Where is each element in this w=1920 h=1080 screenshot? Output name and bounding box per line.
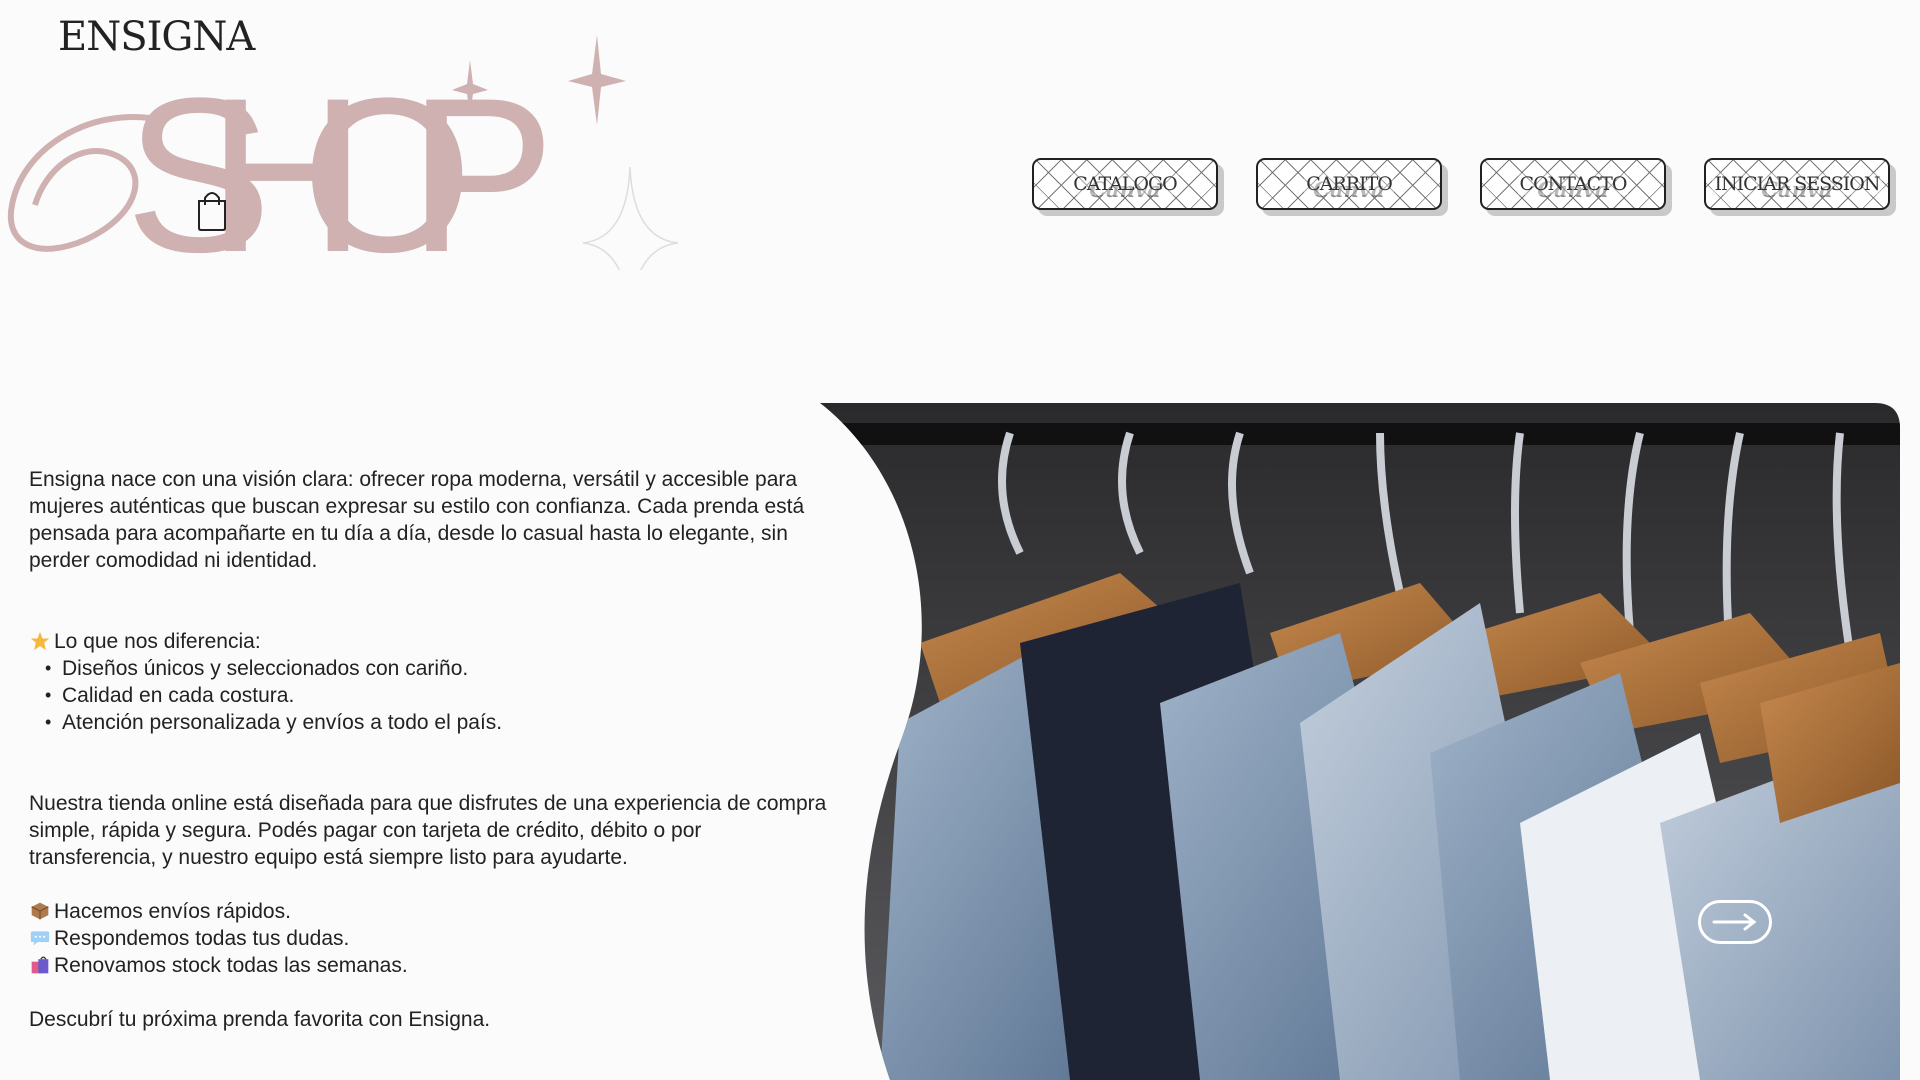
carousel-next-button[interactable]	[1698, 900, 1772, 944]
feature-text: Hacemos envíos rápidos.	[54, 900, 291, 923]
nav-label: CARRITO	[1304, 173, 1394, 195]
store-paragraph: Nuestra tienda online está diseñada para…	[29, 792, 827, 869]
about-text: Ensigna nace con una visión clara: ofrec…	[29, 466, 829, 1033]
nav-carrito-button[interactable]: CARRITO Canva	[1256, 158, 1442, 210]
package-icon	[31, 902, 49, 920]
list-item: Atención personalizada y envíos a todo e…	[29, 709, 829, 736]
nav-label: INICIAR SESSION	[1712, 173, 1882, 195]
speech-bubble-icon	[30, 931, 50, 946]
nav-label: CATALOGO	[1071, 173, 1179, 195]
nav-label: CONTACTO	[1517, 173, 1629, 195]
arrow-right-icon	[1712, 913, 1757, 931]
hero-image-jackets-on-hangers	[820, 403, 1900, 1080]
main-nav: CATALOGO Canva CARRITO Canva CONTACTO Ca…	[1032, 158, 1890, 210]
shopping-bags-icon	[31, 956, 49, 974]
list-item: Calidad en cada costura.	[29, 682, 829, 709]
intro-paragraph: Ensigna nace con una visión clara: ofrec…	[29, 468, 805, 572]
diff-list: Diseños únicos y seleccionados con cariñ…	[29, 655, 829, 736]
feature-item: Respondemos todas tus dudas.	[29, 925, 829, 952]
feature-text: Renovamos stock todas las semanas.	[54, 954, 408, 977]
sparkle-icon	[568, 35, 626, 125]
feature-text: Respondemos todas tus dudas.	[54, 927, 350, 950]
feature-item: Hacemos envíos rápidos.	[29, 898, 829, 925]
nav-iniciar-sesion-button[interactable]: INICIAR SESSION Canva	[1704, 158, 1890, 210]
closing-line: Descubrí tu próxima prenda favorita con …	[29, 1008, 491, 1031]
list-item: Diseños únicos y seleccionados con cariñ…	[29, 655, 829, 682]
shop-logo: SHOP	[7, 35, 679, 270]
diff-title: Lo que nos diferencia:	[29, 628, 829, 655]
logo-text: SHOP	[125, 52, 555, 270]
nav-contacto-button[interactable]: CONTACTO Canva	[1480, 158, 1666, 210]
sparkle-icon	[582, 166, 679, 270]
nav-catalogo-button[interactable]: CATALOGO Canva	[1032, 158, 1218, 210]
feature-item: Renovamos stock todas las semanas.	[29, 952, 829, 979]
star-icon	[30, 631, 50, 651]
diff-title-label: Lo que nos diferencia:	[54, 630, 261, 653]
